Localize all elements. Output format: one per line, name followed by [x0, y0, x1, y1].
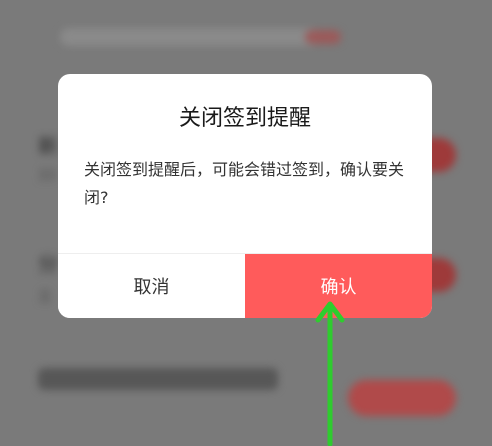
confirm-dialog: 关闭签到提醒 关闭签到提醒后，可能会错过签到，确认要关闭? 取消 确认 [58, 74, 432, 318]
dialog-message: 关闭签到提醒后，可能会错过签到，确认要关闭? [84, 160, 405, 207]
screen: 新 33 分 立 关闭签到提醒 关闭签到提醒后，可能会错过签到，确认要关闭? 取… [0, 0, 492, 446]
background-row-subtitle-1: 33 [38, 168, 56, 184]
dialog-title: 关闭签到提醒 [178, 106, 311, 131]
background-bottom-button [348, 380, 456, 416]
background-row-title-1: 新 [38, 134, 58, 158]
background-topbar-badge [305, 30, 341, 44]
background-bottom-text [38, 368, 278, 390]
arrow-up-icon [315, 301, 345, 446]
background-row-subtitle-2: 立 [38, 289, 52, 305]
dialog-actions: 取消 确认 [58, 253, 432, 318]
background-topbar [60, 28, 320, 46]
cancel-button[interactable]: 取消 [58, 254, 245, 318]
background-row-title-2: 分 [38, 252, 58, 276]
